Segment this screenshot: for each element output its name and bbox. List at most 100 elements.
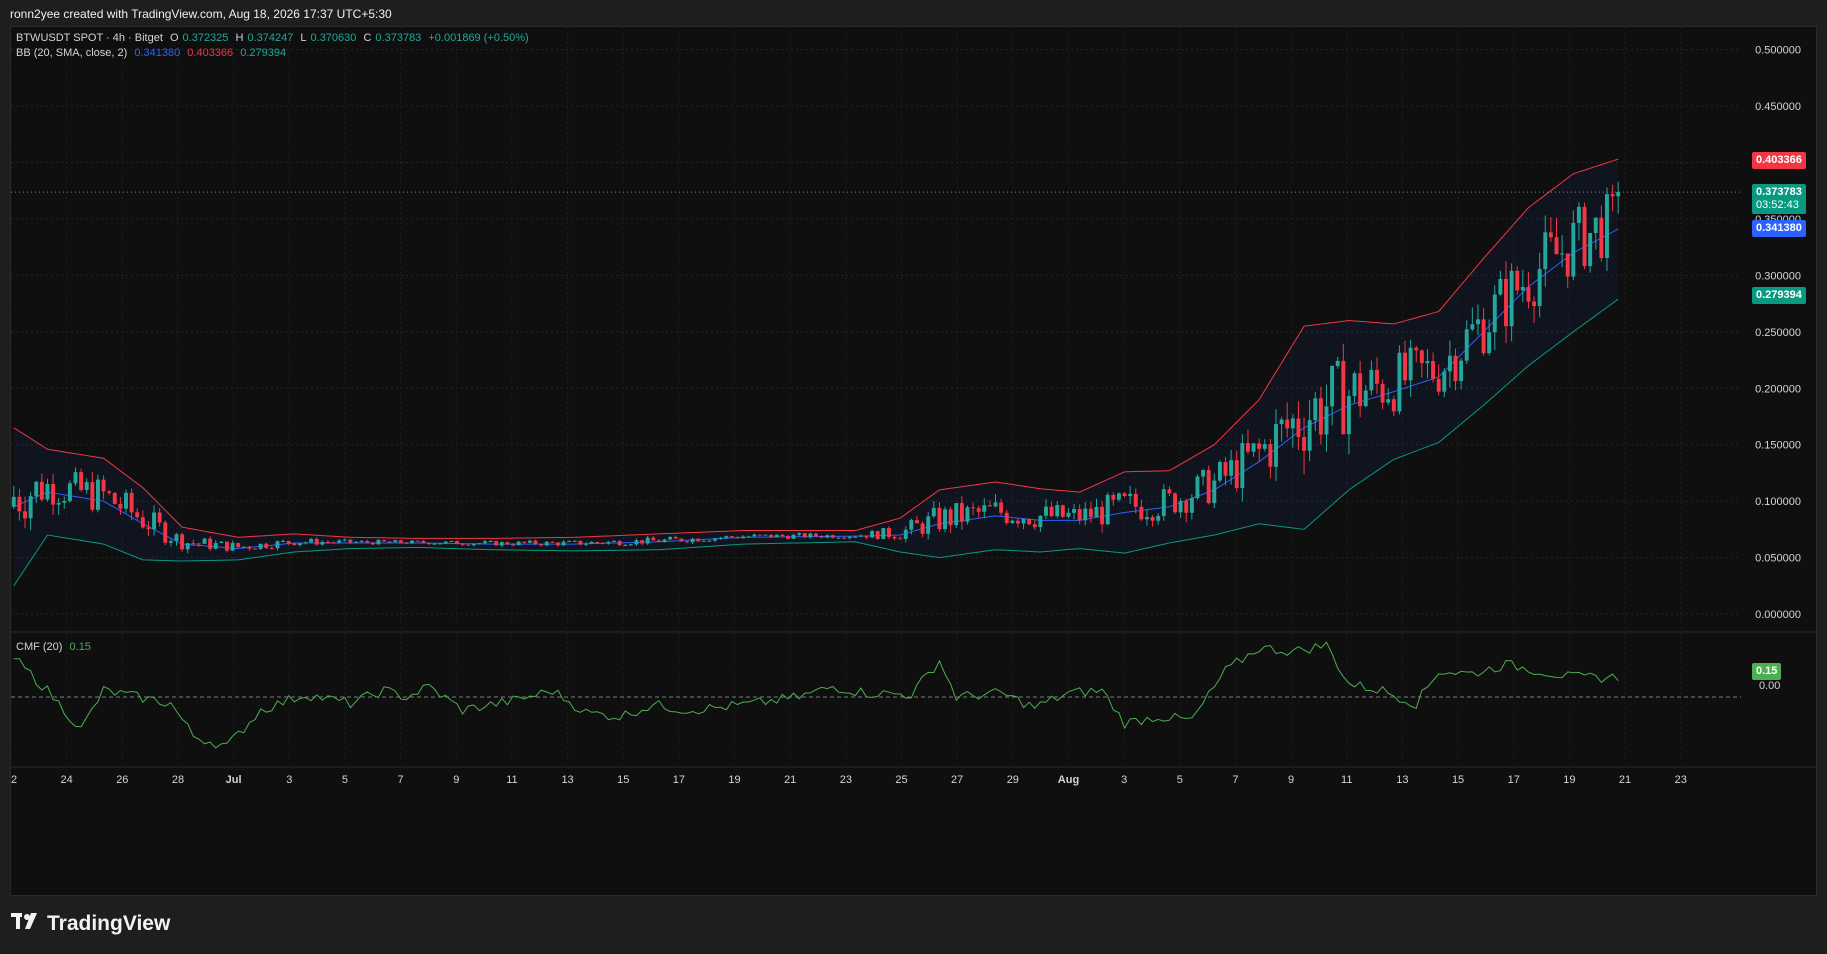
candle-body xyxy=(987,505,992,507)
candle-body xyxy=(1268,444,1273,467)
candle-body xyxy=(527,540,532,543)
candle-body xyxy=(1201,470,1206,477)
symbol-legend: BTWUSDT SPOT · 4h · Bitget O 0.372325 H 0.… xyxy=(16,32,533,44)
y-tick-label: 0.100000 xyxy=(1755,496,1801,508)
candle-body xyxy=(656,540,661,543)
cmf-zero-label: 0.00 xyxy=(1759,680,1781,692)
candle-body xyxy=(1206,470,1211,504)
candle-body xyxy=(1565,253,1570,277)
candle-body xyxy=(971,507,976,509)
candle-body xyxy=(1038,515,1043,528)
candle-body xyxy=(763,534,768,536)
candle-body xyxy=(1436,378,1441,392)
candle-body xyxy=(1072,509,1077,513)
candle-body xyxy=(589,541,594,544)
candle-body xyxy=(1111,494,1116,500)
candle-body xyxy=(578,540,583,545)
candle-body xyxy=(1004,512,1009,524)
candle-body xyxy=(264,543,269,548)
bb-basis-value: 0.341380 xyxy=(134,47,181,59)
candle-body xyxy=(342,539,347,541)
candle-body xyxy=(202,538,207,544)
bb-legend: BB (20, SMA, close, 2) 0.341380 0.403366… xyxy=(16,47,290,59)
candle-body xyxy=(1380,383,1385,403)
candle-body xyxy=(870,531,875,538)
candle-body xyxy=(45,484,50,500)
candle-body xyxy=(455,540,459,545)
candle-body xyxy=(286,540,291,544)
candle-body xyxy=(847,536,852,539)
candle-body xyxy=(39,481,44,500)
x-tick-label: 19 xyxy=(1563,774,1575,786)
y-tick-label: 0.200000 xyxy=(1755,383,1801,395)
candle-body xyxy=(309,538,314,543)
candle-body xyxy=(707,540,712,542)
candle-body xyxy=(1543,232,1548,270)
candle-body xyxy=(1229,460,1234,476)
cmf-value: 0.15 xyxy=(69,641,91,653)
close-value: 0.373783 xyxy=(375,32,422,44)
candle-body xyxy=(1302,437,1307,451)
candle-body xyxy=(612,540,617,542)
candle-body xyxy=(1475,319,1480,325)
candle-body xyxy=(174,534,179,541)
candle-body xyxy=(1088,508,1093,518)
candle-body xyxy=(915,520,919,524)
candle-body xyxy=(808,533,813,538)
candle-body xyxy=(802,533,807,538)
candle-body xyxy=(365,540,370,543)
chart-author-header: ronn2yee created with TradingView.com, A… xyxy=(10,7,392,21)
candle-body xyxy=(1094,506,1099,518)
candle-body xyxy=(157,512,162,523)
candle-body xyxy=(314,538,319,545)
candle-body xyxy=(225,541,229,551)
candle-body xyxy=(943,509,947,530)
candle-body xyxy=(34,481,39,497)
x-tick-label: 26 xyxy=(116,774,128,786)
candle-body xyxy=(623,545,628,547)
candle-body xyxy=(729,536,734,538)
candle-body xyxy=(1582,206,1587,267)
candle-body xyxy=(421,540,426,543)
candle-body xyxy=(382,539,387,542)
candle-body xyxy=(976,508,981,512)
chart-canvas[interactable]: 0.5000000.4500000.4000000.3500000.300000… xyxy=(11,27,1816,895)
candle-body xyxy=(1470,324,1475,330)
tradingview-branding[interactable]: TradingView xyxy=(11,911,170,937)
candle-body xyxy=(129,492,134,513)
candle-body xyxy=(376,539,381,545)
x-tick-label: 25 xyxy=(895,774,907,786)
chart-frame[interactable]: 0.5000000.4500000.4000000.3500000.300000… xyxy=(10,26,1817,896)
candle-body xyxy=(1419,350,1424,364)
candle-body xyxy=(1459,360,1464,382)
candle-body xyxy=(1083,508,1088,521)
candle-body xyxy=(471,543,476,546)
candle-body xyxy=(628,544,633,546)
candle-body xyxy=(1251,443,1256,452)
candle-body xyxy=(892,536,897,539)
candle-body xyxy=(1391,399,1396,412)
candle-body xyxy=(746,536,751,538)
candle-body xyxy=(140,517,145,528)
candle-body xyxy=(819,536,824,538)
candle-body xyxy=(1044,506,1048,516)
candle-body xyxy=(303,542,308,544)
y-tick-label: 0.050000 xyxy=(1755,553,1801,565)
candle-body xyxy=(1015,520,1020,524)
candle-body xyxy=(836,537,841,539)
candle-body xyxy=(1212,480,1217,504)
candle-body xyxy=(124,492,128,509)
candle-body xyxy=(1414,347,1419,351)
candle-body xyxy=(1105,494,1110,525)
candle-body xyxy=(757,534,762,536)
x-tick-label: Aug xyxy=(1058,774,1079,786)
candle-body xyxy=(426,542,431,545)
candle-body xyxy=(438,543,443,545)
candle-body xyxy=(196,543,201,545)
candle-body xyxy=(544,541,549,546)
candle-body xyxy=(483,541,487,544)
candle-body xyxy=(23,511,27,519)
candle-body xyxy=(1431,361,1436,379)
candle-body xyxy=(1223,462,1228,476)
cmf-price-tag: 0.15 xyxy=(1752,663,1782,680)
